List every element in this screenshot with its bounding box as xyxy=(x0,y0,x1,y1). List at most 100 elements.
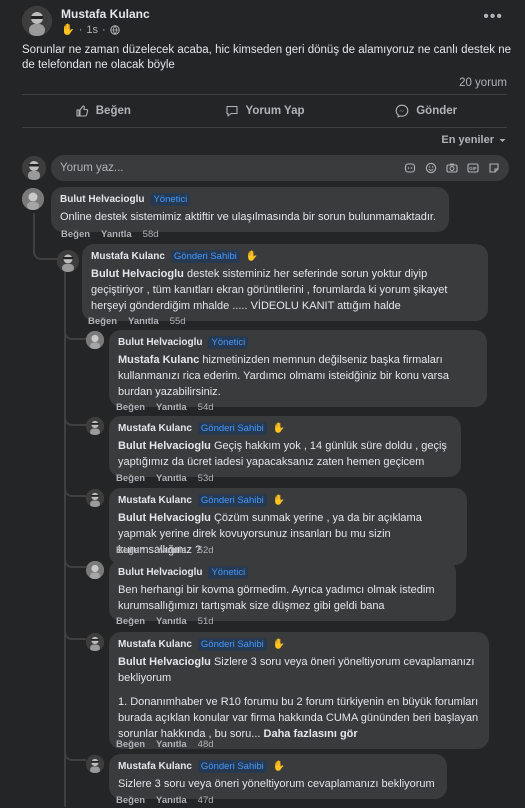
comment-reply-button[interactable]: Yanıtla xyxy=(156,739,187,750)
commenter-avatar[interactable] xyxy=(86,633,104,651)
comment-actions: Beğen Yanıtla 52d xyxy=(116,545,214,556)
commenter-avatar[interactable] xyxy=(86,417,104,435)
comment-like-button[interactable]: Beğen xyxy=(116,739,145,750)
comment-reply-button[interactable]: Yanıtla xyxy=(101,229,132,240)
comment-like-button[interactable]: Beğen xyxy=(116,473,145,484)
comment-text: Bulut Helvacioglu Geçiş hakkım yok , 14 … xyxy=(118,440,447,468)
composer-tools: GIF xyxy=(404,162,509,174)
send-button[interactable]: Gönder xyxy=(345,98,507,124)
comment-composer: GIF xyxy=(51,155,509,181)
role-badge: Yönetici xyxy=(208,336,249,349)
commenter-name[interactable]: Bulut Helvacioglu xyxy=(118,337,202,348)
comment-actions: Beğen Yanıtla 53d xyxy=(116,473,214,484)
commenter-name[interactable]: Mustafa Kulanc xyxy=(118,423,192,434)
comment-time[interactable]: 58d xyxy=(143,229,159,240)
comment-actions: Beğen Yanıtla 58d xyxy=(61,229,159,240)
mention-link[interactable]: Bulut Helvacioglu xyxy=(118,440,211,452)
commenter-name[interactable]: Mustafa Kulanc xyxy=(118,639,192,650)
comment-time[interactable]: 54d xyxy=(198,402,214,413)
commenter-name[interactable]: Bulut Helvacioglu xyxy=(60,194,144,205)
comment-icon xyxy=(225,104,239,118)
commenter-name[interactable]: Bulut Helvacioglu xyxy=(118,567,202,578)
comment-input[interactable] xyxy=(60,162,404,174)
comment-reply-button[interactable]: Yanıtla xyxy=(156,402,187,413)
comment-time[interactable]: 53d xyxy=(198,473,214,484)
commenter-avatar[interactable] xyxy=(86,489,104,507)
comment-bubble: Bulut Helvacioglu Yönetici Mustafa Kulan… xyxy=(109,330,487,407)
comment-time[interactable]: 52d xyxy=(198,545,214,556)
more-options-icon[interactable]: ••• xyxy=(483,8,503,26)
commenter-name[interactable]: Mustafa Kulanc xyxy=(91,251,165,262)
wave-icon: ✋ xyxy=(272,639,286,650)
comment-text: Sizlere 3 soru veya öneri yöneltiyorum c… xyxy=(118,778,435,790)
author-avatar[interactable] xyxy=(22,6,52,36)
like-button[interactable]: Beğen xyxy=(22,98,184,124)
comment-reply-button[interactable]: Yanıtla xyxy=(128,316,159,327)
comment-count[interactable]: 20 yorum xyxy=(459,77,507,89)
mention-link[interactable]: Bulut Helvacioglu xyxy=(118,656,211,668)
messenger-icon xyxy=(395,104,409,118)
comment-text-continued: 1. Donanımhaber ve R10 forumu bu 2 forum… xyxy=(118,696,479,740)
commenter-avatar[interactable] xyxy=(86,755,104,773)
comment-time[interactable]: 47d xyxy=(198,795,214,806)
mention-link[interactable]: Bulut Helvacioglu xyxy=(91,268,184,280)
camera-icon[interactable] xyxy=(446,162,458,174)
comment-time[interactable]: 55d xyxy=(170,316,186,327)
sticker-icon[interactable] xyxy=(488,162,500,174)
comment-like-button[interactable]: Beğen xyxy=(88,316,117,327)
comment-like-button[interactable]: Beğen xyxy=(116,402,145,413)
post-card: Mustafa Kulanc ✋ · 1s · ••• Sorunlar ne … xyxy=(0,0,525,808)
commenter-avatar[interactable] xyxy=(86,331,104,349)
role-badge: Yönetici xyxy=(150,193,191,206)
wave-icon: ✋ xyxy=(245,251,259,262)
gif-icon[interactable]: GIF xyxy=(467,162,479,174)
comment-time[interactable]: 51d xyxy=(198,616,214,627)
comment-actions: Beğen Yanıtla 55d xyxy=(88,316,186,327)
current-user-avatar[interactable] xyxy=(22,156,46,180)
comment-actions: Beğen Yanıtla 51d xyxy=(116,616,214,627)
commenter-name[interactable]: Mustafa Kulanc xyxy=(118,761,192,772)
comment-reply-button[interactable]: Yanıtla xyxy=(156,616,187,627)
thread-connector xyxy=(64,626,86,640)
thread-connector xyxy=(64,747,86,761)
commenter-avatar[interactable] xyxy=(57,250,79,272)
wave-icon: ✋ xyxy=(272,423,286,434)
post-meta: ✋ · 1s · xyxy=(61,23,120,36)
comment-like-button[interactable]: Beğen xyxy=(61,229,90,240)
comment-text: Bulut Helvacioglu destek sisteminiz her … xyxy=(91,268,448,312)
comment-reply-button[interactable]: Yanıtla xyxy=(156,473,187,484)
post-author[interactable]: Mustafa Kulanc xyxy=(61,7,150,21)
comment-bubble: Mustafa Kulanc Gönderi Sahibi ✋ Bulut He… xyxy=(109,632,489,749)
comment-like-button[interactable]: Beğen xyxy=(116,616,145,627)
comment-text: Mustafa Kulanc hizmetinizden memnun deği… xyxy=(118,354,449,398)
comment-button[interactable]: Yorum Yap xyxy=(184,98,346,124)
commenter-avatar[interactable] xyxy=(86,561,104,579)
mention-link[interactable]: Bulut Helvacioglu xyxy=(118,512,211,524)
avatar-sticker-icon[interactable] xyxy=(404,162,416,174)
comment-reply-button[interactable]: Yanıtla xyxy=(156,795,187,806)
commenter-avatar[interactable] xyxy=(22,188,44,210)
comment-reply-button[interactable]: Yanıtla xyxy=(156,545,187,556)
comment-actions: Beğen Yanıtla 48d xyxy=(116,739,214,750)
comment-like-button[interactable]: Beğen xyxy=(116,545,145,556)
thread-connector xyxy=(64,483,86,497)
globe-icon xyxy=(109,24,120,35)
caret-down-icon xyxy=(498,136,507,145)
comment-text: Bulut Helvacioglu Sizlere 3 soru veya ön… xyxy=(118,656,475,684)
sort-dropdown[interactable]: En yeniler xyxy=(441,134,507,146)
comment-bubble: Mustafa Kulanc Gönderi Sahibi ✋ Bulut He… xyxy=(109,416,461,477)
role-badge: Yönetici xyxy=(208,566,249,579)
thread-connector xyxy=(64,326,86,340)
emoji-icon[interactable] xyxy=(425,162,437,174)
role-badge: Gönderi Sahibi xyxy=(170,250,240,263)
see-more-link[interactable]: Daha fazlasını gör xyxy=(264,728,358,740)
role-badge: Gönderi Sahibi xyxy=(197,638,267,651)
post-time[interactable]: 1s xyxy=(86,24,98,36)
commenter-name[interactable]: Mustafa Kulanc xyxy=(118,495,192,506)
post-actions: Beğen Yorum Yap Gönder xyxy=(22,98,507,124)
thumbs-up-icon xyxy=(75,104,89,118)
comment-like-button[interactable]: Beğen xyxy=(116,795,145,806)
mention-link[interactable]: Mustafa Kulanc xyxy=(118,354,199,366)
comment-time[interactable]: 48d xyxy=(198,739,214,750)
role-badge: Gönderi Sahibi xyxy=(197,494,267,507)
